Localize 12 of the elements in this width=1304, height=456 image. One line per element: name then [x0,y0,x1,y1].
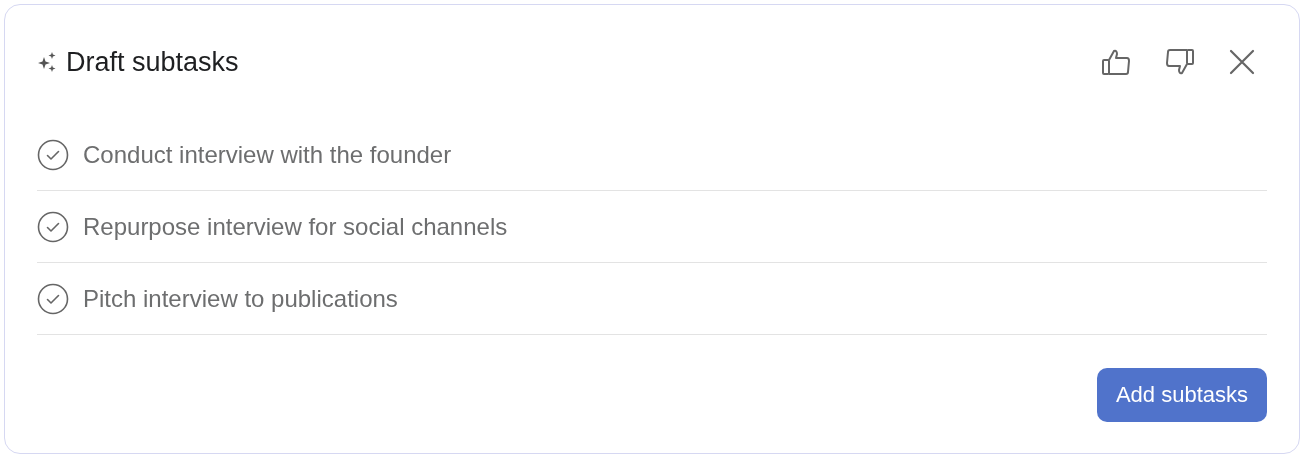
sparkle-icon [37,51,57,73]
subtask-label: Pitch interview to publications [83,284,398,313]
add-subtasks-button[interactable]: Add subtasks [1096,368,1267,422]
check-circle-icon[interactable] [37,210,69,243]
close-icon[interactable] [1229,49,1255,75]
subtask-label: Repurpose interview for social channels [83,212,508,241]
dialog-title: Draft subtasks [66,46,239,78]
thumbs-down-icon[interactable] [1165,47,1195,77]
check-circle-icon[interactable] [37,282,69,315]
subtask-label: Conduct interview with the founder [83,140,452,169]
thumbs-up-icon[interactable] [1101,47,1131,77]
check-circle-icon[interactable] [37,138,69,171]
